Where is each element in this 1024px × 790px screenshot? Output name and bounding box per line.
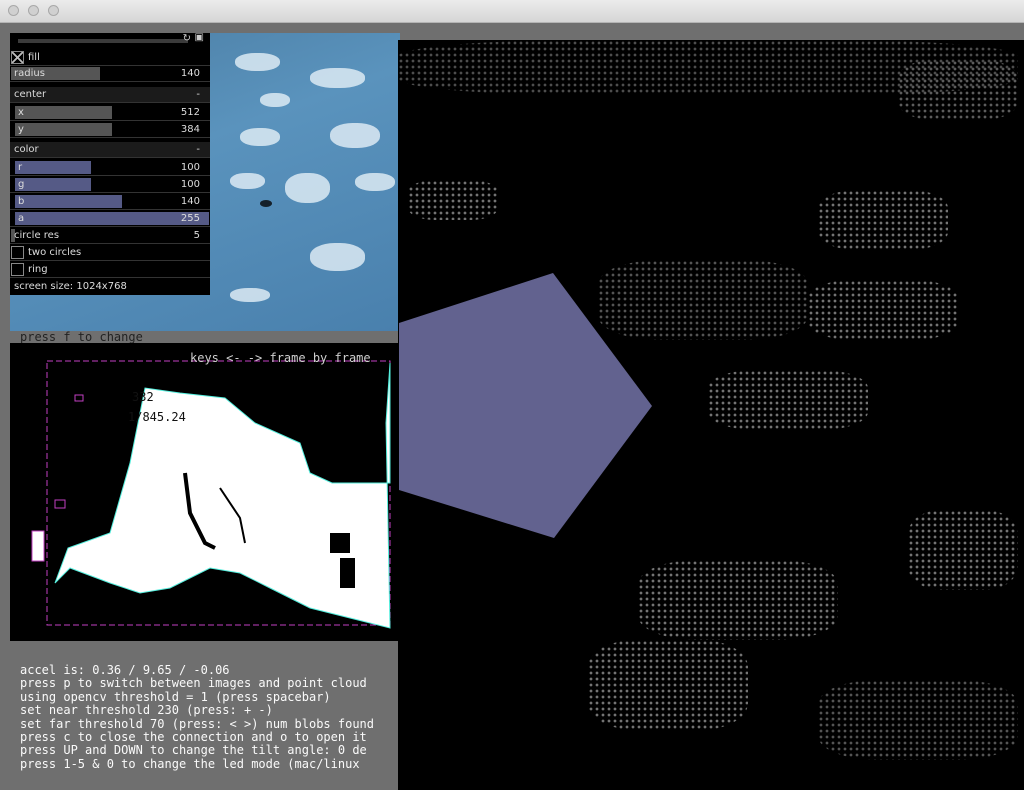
screen-size-text: screen size: 1024x768 xyxy=(14,281,127,292)
blob-count-text: 332 xyxy=(132,390,154,404)
close-window-button[interactable] xyxy=(8,5,19,16)
status-line: press c to close the connection and o to… xyxy=(20,730,367,745)
color-r-label: r xyxy=(18,162,23,173)
status-text-block: accel is: 0.36 / 9.65 / -0.06 press p to… xyxy=(20,663,375,771)
center-collapse-toggle[interactable]: - xyxy=(196,88,200,102)
center-x-slider[interactable]: x 512 xyxy=(10,105,210,121)
radius-slider[interactable]: radius 140 xyxy=(10,66,210,82)
status-line: press p to switch between images and poi… xyxy=(20,676,367,691)
center-y-value: 384 xyxy=(180,124,200,135)
circle-res-value: 5 xyxy=(193,230,200,241)
ring-label: ring xyxy=(28,264,48,275)
circle-res-label: circle res xyxy=(14,230,60,241)
color-b-slider[interactable]: b 140 xyxy=(10,194,210,210)
fill-toggle[interactable]: fill xyxy=(10,50,210,66)
color-a-label: a xyxy=(18,213,25,224)
pentagon-shape xyxy=(399,273,652,538)
center-x-label: x xyxy=(18,107,24,118)
circle-res-slider[interactable]: circle res 5 xyxy=(10,228,210,244)
status-line: set near threshold 230 (press: + -) xyxy=(20,703,273,718)
two-circles-toggle[interactable]: two circles xyxy=(10,245,210,261)
fill-checkbox[interactable] xyxy=(11,51,24,64)
two-circles-label: two circles xyxy=(28,247,82,258)
fill-label: fill xyxy=(28,52,40,63)
save-icon[interactable]: ▣ xyxy=(195,32,204,43)
color-a-slider[interactable]: a 255 xyxy=(10,211,210,227)
threshold-mask-panel xyxy=(10,343,400,641)
center-group-header[interactable]: center - xyxy=(10,87,210,103)
keys-hint: keys <- -> frame by frame xyxy=(190,351,371,365)
status-line: press 1-5 & 0 to change the led mode (ma… xyxy=(20,756,360,771)
gui-header: ↻ ▣ xyxy=(10,32,210,46)
color-r-value: 100 xyxy=(180,162,200,173)
center-y-slider[interactable]: y 384 xyxy=(10,122,210,138)
screen-size-row: screen size: 1024x768 xyxy=(10,279,210,295)
color-g-slider[interactable]: g 100 xyxy=(10,177,210,193)
status-line: press UP and DOWN to change the tilt ang… xyxy=(20,743,367,758)
radius-label: radius xyxy=(14,68,45,79)
two-circles-checkbox[interactable] xyxy=(11,246,24,259)
center-label: center xyxy=(14,89,47,100)
minimize-window-button[interactable] xyxy=(28,5,39,16)
color-collapse-toggle[interactable]: - xyxy=(196,143,200,157)
radius-value: 140 xyxy=(180,68,200,79)
color-a-value: 255 xyxy=(180,213,200,224)
status-line: set far threshold 70 (press: < >) num bl… xyxy=(20,716,375,731)
center-x-value: 512 xyxy=(180,107,200,118)
status-line: using opencv threshold = 1 (press spaceb… xyxy=(20,689,331,704)
center-y-label: y xyxy=(18,124,24,135)
window-titlebar xyxy=(0,0,1024,23)
color-g-value: 100 xyxy=(180,179,200,190)
color-group-header[interactable]: color - xyxy=(10,142,210,158)
color-label: color xyxy=(14,144,39,155)
blob-mask-image xyxy=(31,360,391,629)
color-r-slider[interactable]: r 100 xyxy=(10,160,210,176)
ring-checkbox[interactable] xyxy=(11,263,24,276)
status-line: accel is: 0.36 / 9.65 / -0.06 xyxy=(20,663,230,677)
zoom-window-button[interactable] xyxy=(48,5,59,16)
press-f-hint: press f to change xyxy=(20,330,143,344)
color-b-value: 140 xyxy=(180,196,200,207)
settings-gui-panel: ↻ ▣ fill radius 140 center - x 512 y 384… xyxy=(10,32,210,295)
color-b-label: b xyxy=(18,196,25,207)
ring-toggle[interactable]: ring xyxy=(10,262,210,278)
color-g-label: g xyxy=(18,179,25,190)
blob-area-text: 1/845.24 xyxy=(128,410,186,424)
refresh-icon[interactable]: ↻ xyxy=(183,33,191,44)
